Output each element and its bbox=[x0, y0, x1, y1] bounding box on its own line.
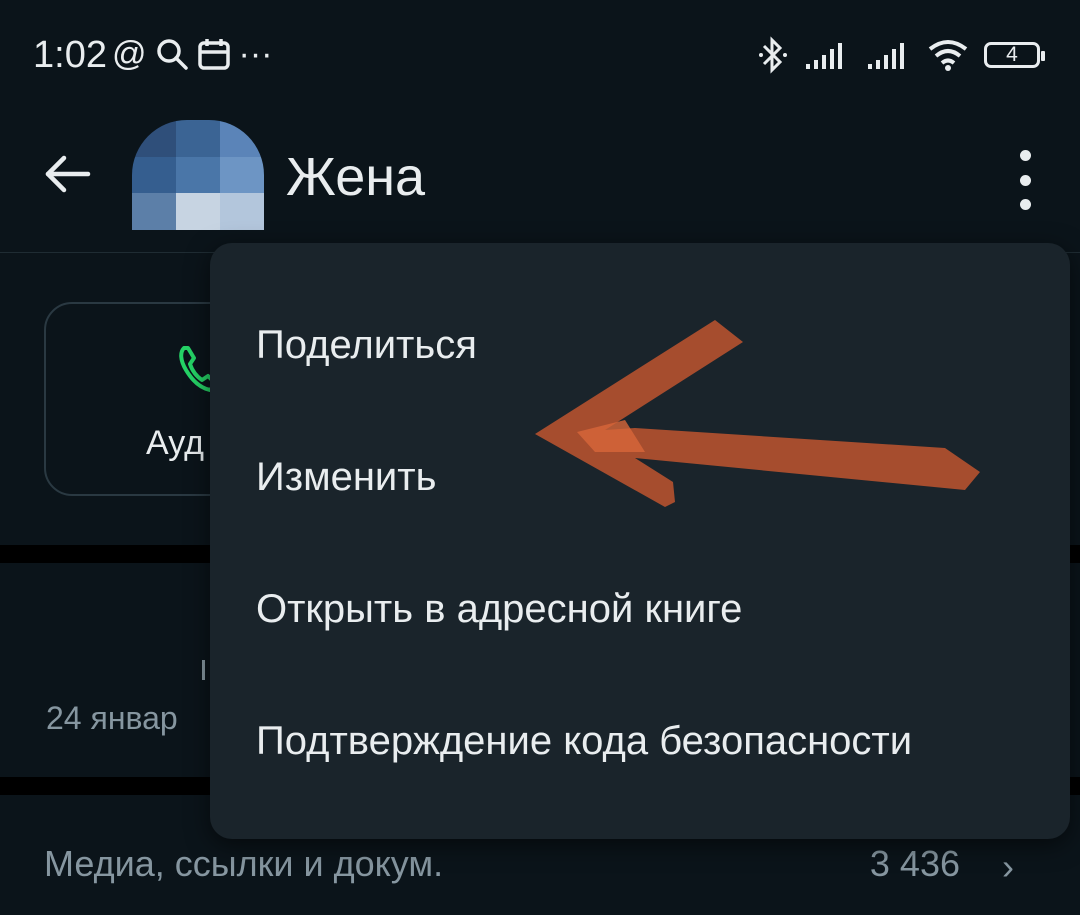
contact-avatar[interactable] bbox=[132, 120, 264, 230]
media-count: 3 436 bbox=[869, 843, 960, 884]
battery-level: 4 bbox=[1006, 43, 1018, 66]
more-vertical-icon[interactable] bbox=[1010, 150, 1040, 210]
at-sign-icon: @ bbox=[112, 35, 147, 73]
menu-item-open-in-contacts[interactable]: Открыть в адресной книге bbox=[256, 587, 742, 632]
contact-name: Жена bbox=[286, 147, 426, 207]
menu-item-edit[interactable]: Изменить bbox=[256, 455, 436, 500]
chevron-right-icon[interactable]: › bbox=[1002, 846, 1014, 888]
chat-info-header: Жена bbox=[0, 110, 1080, 250]
search-icon bbox=[156, 39, 188, 70]
battery-icon: 4 bbox=[984, 42, 1045, 68]
more-notifications-icon: ··· bbox=[238, 35, 273, 73]
menu-item-share[interactable]: Поделиться bbox=[256, 323, 477, 368]
status-left-icons: @ ··· bbox=[112, 34, 272, 74]
annotation-arrow bbox=[535, 320, 980, 507]
media-links-docs-label[interactable]: Медиа, ссылки и докум. bbox=[44, 843, 443, 885]
calendar-icon bbox=[197, 39, 230, 70]
about-partial-mark bbox=[202, 660, 205, 680]
signal-icon bbox=[806, 43, 842, 69]
status-bar: 1:02 @ ··· 4 bbox=[0, 0, 1080, 110]
about-date: 24 январ bbox=[46, 700, 178, 736]
wifi-icon bbox=[928, 40, 968, 71]
menu-item-verify-security-code[interactable]: Подтверждение кода безопасности bbox=[256, 719, 912, 764]
audio-call-label: Ауд bbox=[146, 424, 205, 462]
bluetooth-icon bbox=[759, 36, 787, 74]
back-arrow-icon[interactable] bbox=[40, 146, 96, 202]
status-time: 1:02 bbox=[33, 34, 107, 76]
status-right-icons: 4 bbox=[758, 36, 1045, 74]
signal-icon bbox=[868, 43, 904, 69]
